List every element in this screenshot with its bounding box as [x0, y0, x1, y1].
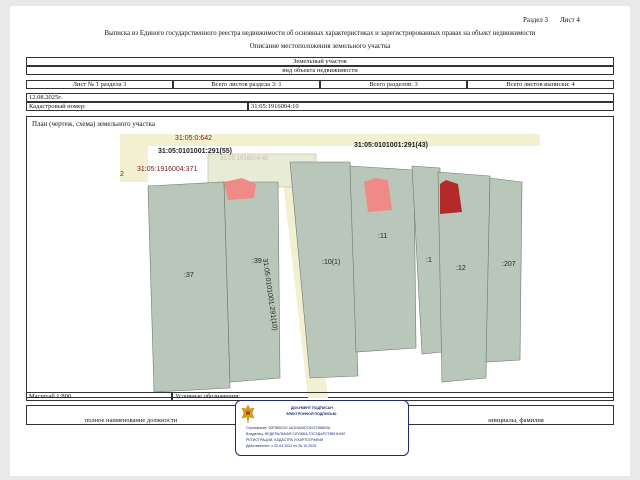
plot-37: [147, 181, 231, 393]
scale-label: Масштаб 1:800: [26, 392, 172, 401]
red-prefix-label: 2: [120, 171, 124, 178]
block-b-label: 31:05:0101001:291(43): [354, 142, 428, 149]
electronic-signature-stamp: ДОКУМЕНТ ПОДПИСАН ЭЛЕКТРОННОЙ ПОДПИСЬЮ С…: [235, 400, 409, 456]
signature-valid: Действителен: с 02.04.2024 по 26.10.2025: [246, 444, 317, 448]
building-2: [364, 178, 392, 212]
plot-39: [223, 181, 281, 383]
plot-39-label: :39: [252, 258, 262, 265]
plot-20: [485, 177, 523, 363]
plot-20-label: :207: [502, 261, 516, 268]
signature-cert: Сертификат: 00F9B0C5C1A0236A97C6237968E9…: [246, 426, 331, 430]
road-strip-left: [120, 146, 148, 182]
block-a-label: 31:05:0101001:291(55): [158, 148, 232, 155]
signature-owner: Владелец: ФЕДЕРАЛЬНАЯ СЛУЖБА ГОСУДАРСТВЕ…: [246, 432, 345, 436]
plot-12-label: :12: [456, 265, 466, 272]
top-number-label: 31:05:0:642: [175, 135, 212, 142]
document-sheet: Раздел 3 Лист 4 Выписка из Единого госуд…: [10, 6, 630, 476]
red-cadastral-label: 31:05:1916004:371: [137, 166, 198, 173]
plot-10: [289, 161, 359, 379]
signature-title: ДОКУМЕНТ ПОДПИСАН: [291, 406, 333, 410]
signature-owner-2: РЕГИСТРАЦИИ, КАДАСТРА И КАРТОГРАФИИ: [246, 438, 324, 442]
plot-1-label: :1: [426, 257, 432, 264]
emblem-icon: [241, 404, 255, 424]
plot-37-label: :37: [184, 272, 194, 279]
signature-subtitle: ЭЛЕКТРОННОЙ ПОДПИСЬЮ: [286, 412, 337, 416]
plot-10-label: :10(1): [322, 259, 341, 266]
initials-caption: инициалы, фамилия: [488, 417, 544, 424]
faded-label: 31:05:1916004:40: [220, 156, 269, 162]
position-caption: полное наименование должности: [84, 417, 178, 424]
plot-11-label: :11: [378, 233, 388, 240]
